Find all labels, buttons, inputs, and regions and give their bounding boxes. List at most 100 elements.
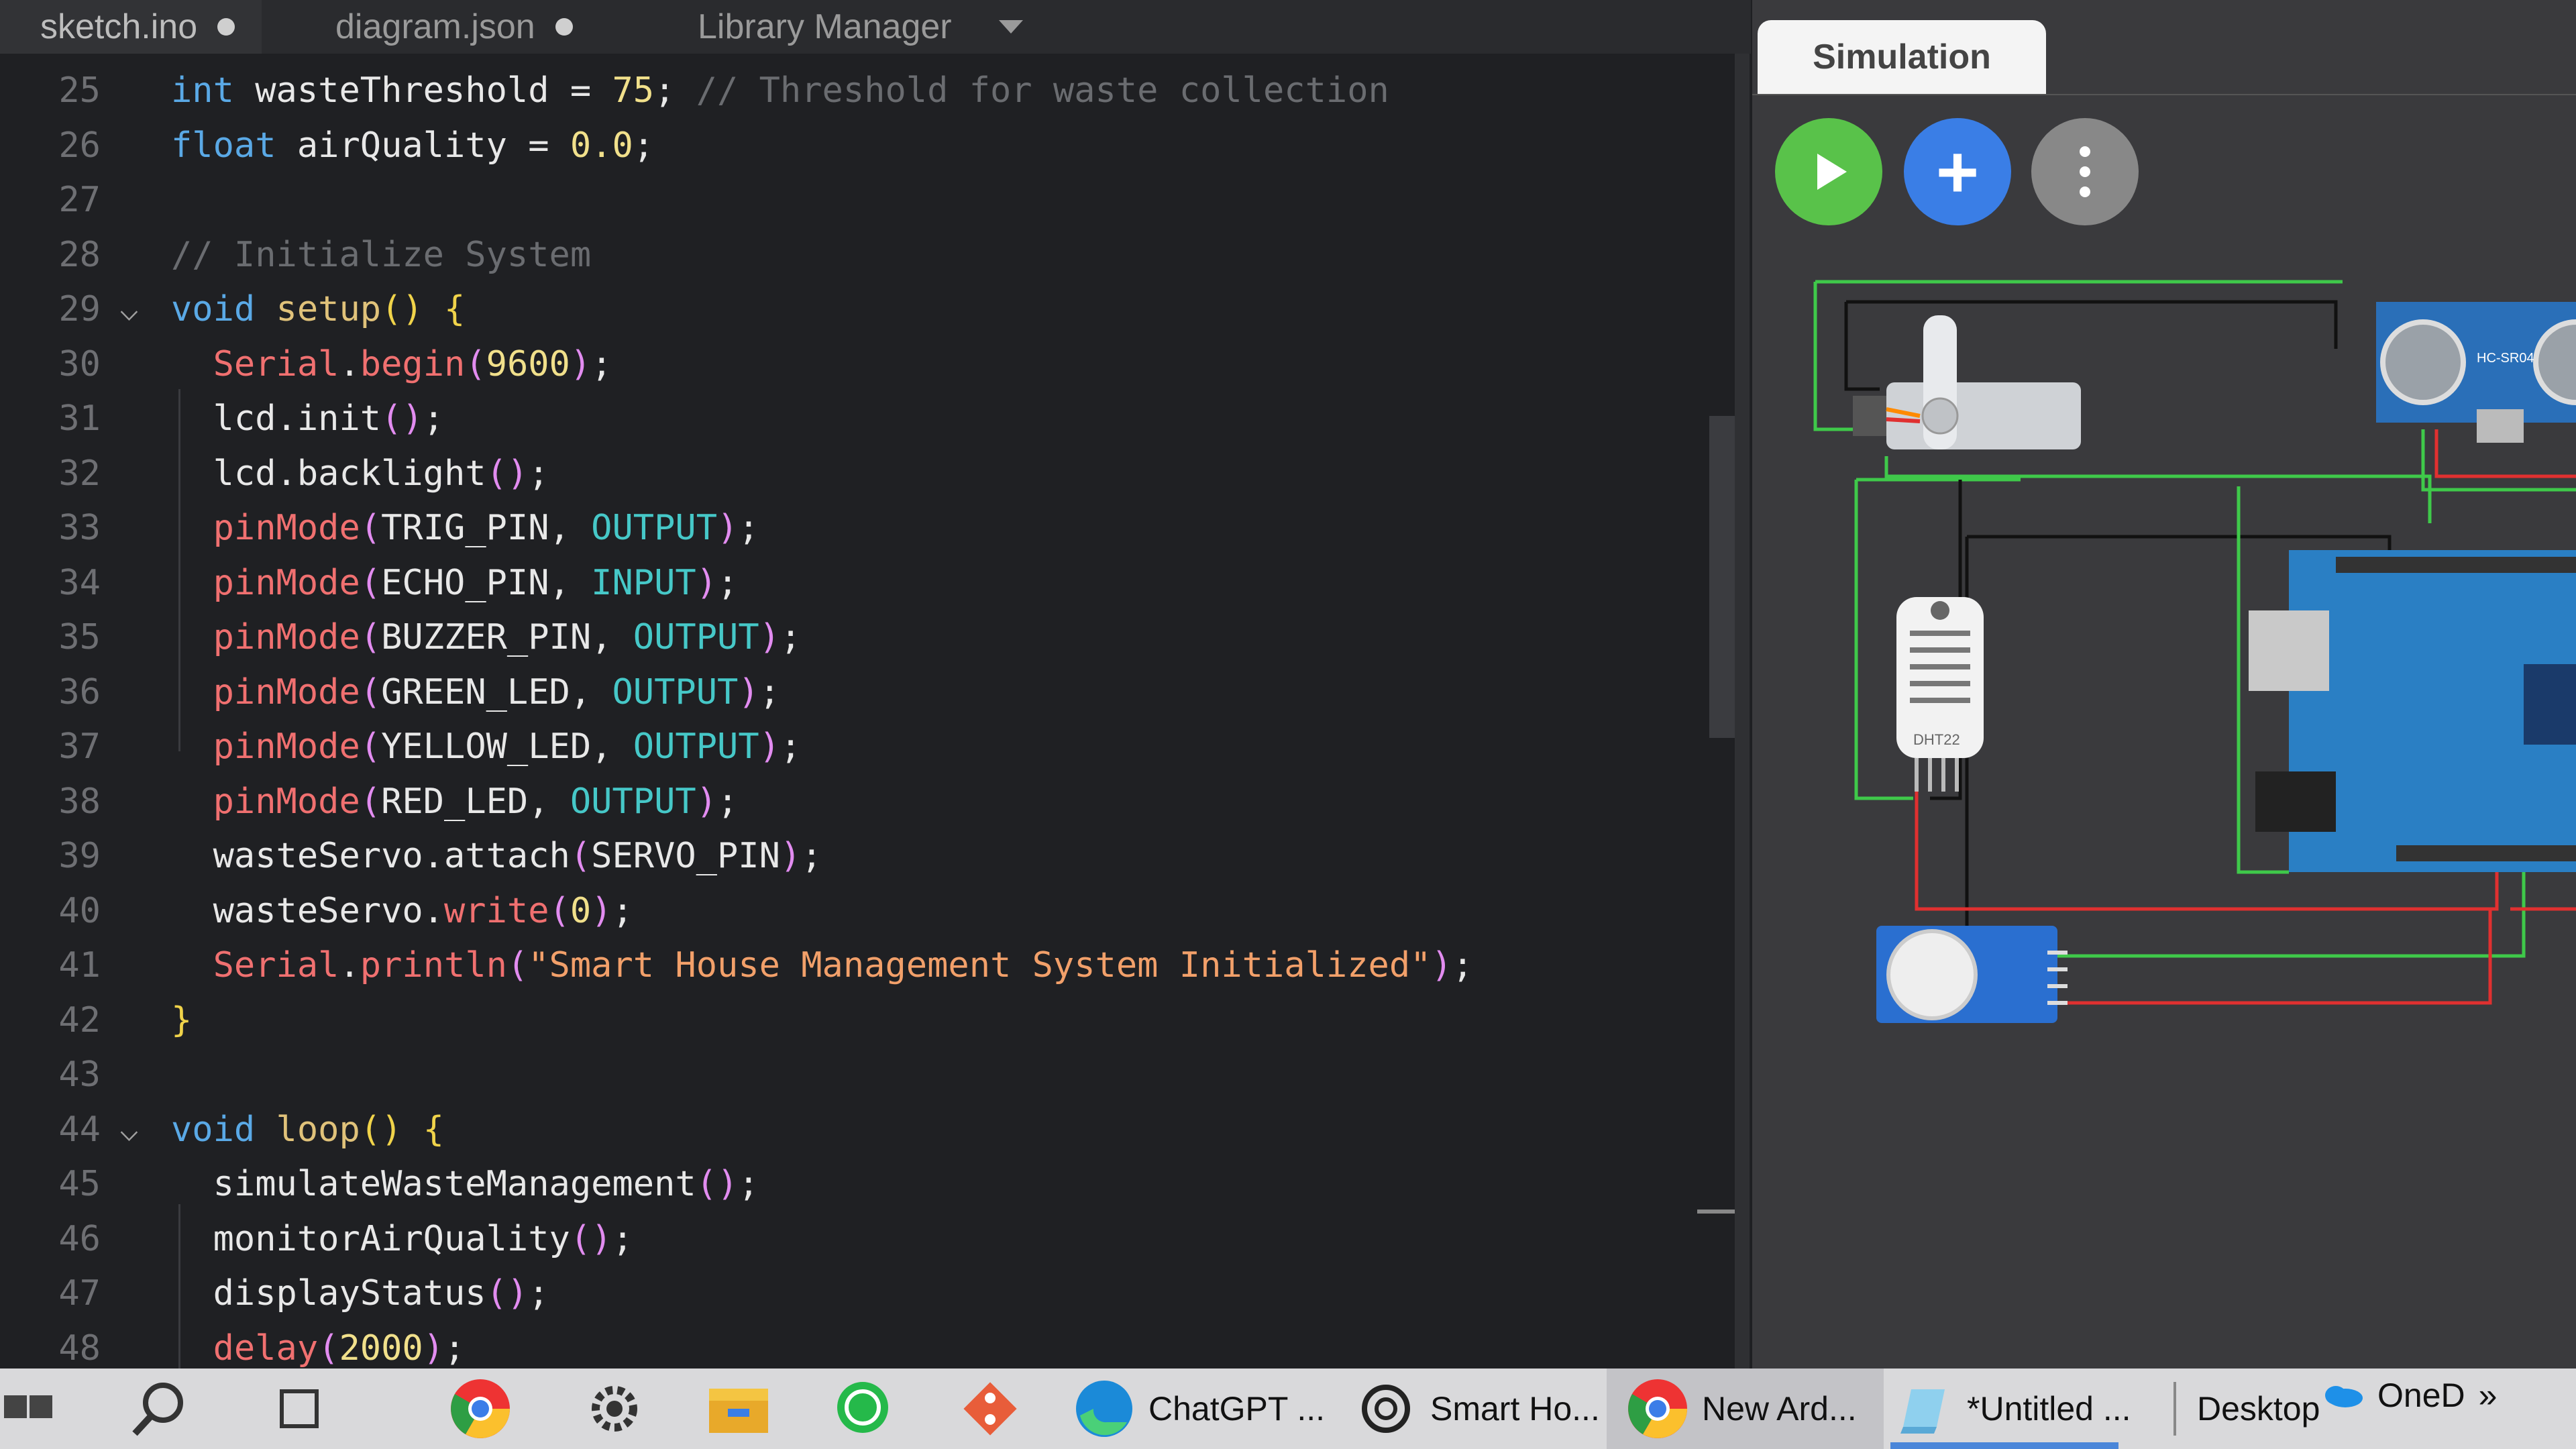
taskbar-git[interactable] [959,1368,1021,1449]
code-token: lcd.backlight [171,453,486,494]
code-token: write [444,890,549,931]
add-part-button[interactable]: + [1904,118,2011,225]
code-token: ; [633,125,655,166]
line-number: 35 [58,617,101,657]
folder-icon [708,1378,769,1440]
wire [1846,300,2338,349]
taskbar-file-explorer[interactable] [708,1368,769,1449]
code-line[interactable]: 25 int wasteThreshold = 75; // Threshold … [0,64,1677,117]
code-token: int [171,70,234,111]
code-line[interactable]: 38 pinMode(RED_LED, OUTPUT); [0,775,1677,828]
play-icon [1817,154,1847,190]
code-line[interactable]: 29 ⌵ void setup() { [0,282,1677,336]
taskbar-settings[interactable] [584,1368,645,1449]
chrome-icon [449,1378,511,1440]
code-token: ; [801,836,822,876]
code-token: . [339,945,360,985]
code-text: } [171,994,192,1047]
line-number: 28 [58,234,101,275]
code-line[interactable]: 36 pinMode(GREEN_LED, OUTPUT); [0,665,1677,719]
code-token: ( [360,672,382,712]
code-token: ( [360,508,382,548]
code-token: ) [738,672,759,712]
taskbar-chrome[interactable] [449,1368,511,1449]
code-line[interactable]: 27 [0,173,1677,227]
code-token: 0 [570,890,592,931]
code-text: wasteServo.attach(SERVO_PIN); [171,829,822,883]
taskbar-app-untitled[interactable]: *Untitled ... [1892,1368,2131,1449]
chevron-down-icon[interactable] [998,20,1023,34]
code-token: ; [780,727,802,767]
code-text: displayStatus(); [171,1267,549,1320]
more-options-button[interactable] [2031,118,2139,225]
tab-diagram-json[interactable]: diagram.json [335,0,573,54]
tab-simulation[interactable]: Simulation [1758,20,2046,94]
code-token: () { [381,289,466,329]
code-line[interactable]: 26 float airQuality = 0.0; [0,119,1677,172]
code-token: ( [360,617,382,657]
code-token: OUTPUT [591,508,718,548]
code-token: delay [213,1328,319,1368]
start-button[interactable] [0,1368,62,1449]
code-token: ; [759,672,780,712]
fold-chevron-icon[interactable]: ⌵ [119,282,139,336]
unsaved-dot-icon [555,18,573,36]
code-text: int wasteThreshold = 75; // Threshold fo… [171,64,1389,117]
code-line[interactable]: 43 [0,1048,1677,1102]
taskbar-whatsapp[interactable] [832,1368,894,1449]
editor-scrollbar[interactable] [1709,416,1736,738]
code-line[interactable]: 47 displayStatus(); [0,1267,1677,1320]
code-token: ) [696,562,718,603]
task-view-icon [268,1378,330,1440]
code-line[interactable]: 31 lcd.init(); [0,392,1677,445]
code-text: simulateWasteManagement(); [171,1157,759,1211]
overflow-chevron-icon[interactable]: » [2479,1376,2498,1415]
code-line[interactable]: 45 simulateWasteManagement(); [0,1157,1677,1211]
taskbar-app-smart-home[interactable]: Smart Ho... [1355,1368,1600,1449]
code-line[interactable]: 32 lcd.backlight(); [0,447,1677,500]
tab-library-manager[interactable]: Library Manager [698,0,1023,54]
code-token: airQuality = [276,125,570,166]
code-token: ) [759,617,780,657]
code-token: simulateWasteManagement [171,1164,696,1204]
code-line[interactable]: 37 pinMode(YELLOW_LED, OUTPUT); [0,720,1677,773]
line-number: 48 [58,1328,101,1368]
code-token: Serial [213,343,339,384]
cloud-icon [2321,1364,2364,1426]
search-button[interactable] [127,1368,189,1449]
code-line[interactable]: 41 Serial.println("Smart House Managemen… [0,938,1677,992]
code-line[interactable]: 34 pinMode(ECHO_PIN, INPUT); [0,556,1677,610]
code-line[interactable]: 46 monitorAirQuality(); [0,1212,1677,1266]
code-line[interactable]: 35 pinMode(BUZZER_PIN, OUTPUT); [0,610,1677,664]
code-token: monitorAirQuality [171,1218,570,1259]
code-text: lcd.init(); [171,392,444,445]
fold-chevron-icon[interactable]: ⌵ [119,1103,139,1157]
circuit-diagram[interactable]: HC-SR04 DHT22 [1752,255,2576,1127]
code-line[interactable]: 39 wasteServo.attach(SERVO_PIN); [0,829,1677,883]
onedrive-toolbar[interactable]: OneD » [2321,1355,2497,1436]
task-view-button[interactable] [268,1368,330,1449]
taskbar-app-chatgpt[interactable]: ChatGPT ... [1073,1368,1325,1449]
wire [1884,456,2432,523]
search-icon [127,1378,189,1440]
code-line[interactable]: 42} [0,994,1677,1047]
taskbar-app-new-arduino[interactable]: New Ard... [1607,1368,1884,1449]
app-label: ChatGPT ... [1148,1390,1326,1428]
windows-taskbar: ChatGPT ... Smart Ho... New Ard... *Unti… [0,1368,2576,1449]
desktop-toolbar[interactable]: Desktop [2197,1368,2320,1449]
code-line[interactable]: 48 delay(2000); [0,1322,1677,1375]
code-line[interactable]: 33 pinMode(TRIG_PIN, OUTPUT); [0,501,1677,555]
panel-divider[interactable] [1735,54,1750,1368]
code-line[interactable]: 44 ⌵ void loop() { [0,1103,1677,1157]
tab-sketch-ino[interactable]: sketch.ino [0,0,262,54]
line-number: 43 [58,1055,101,1095]
code-line[interactable]: 30 Serial.begin(9600); [0,337,1677,391]
code-line[interactable]: 40 wasteServo.write(0); [0,884,1677,938]
start-simulation-button[interactable] [1775,118,1882,225]
code-editor[interactable]: 25 int wasteThreshold = 75; // Threshold … [0,54,1751,1368]
code-text: pinMode(RED_LED, OUTPUT); [171,775,739,828]
code-line[interactable]: 28 // Initialize System [0,228,1677,282]
